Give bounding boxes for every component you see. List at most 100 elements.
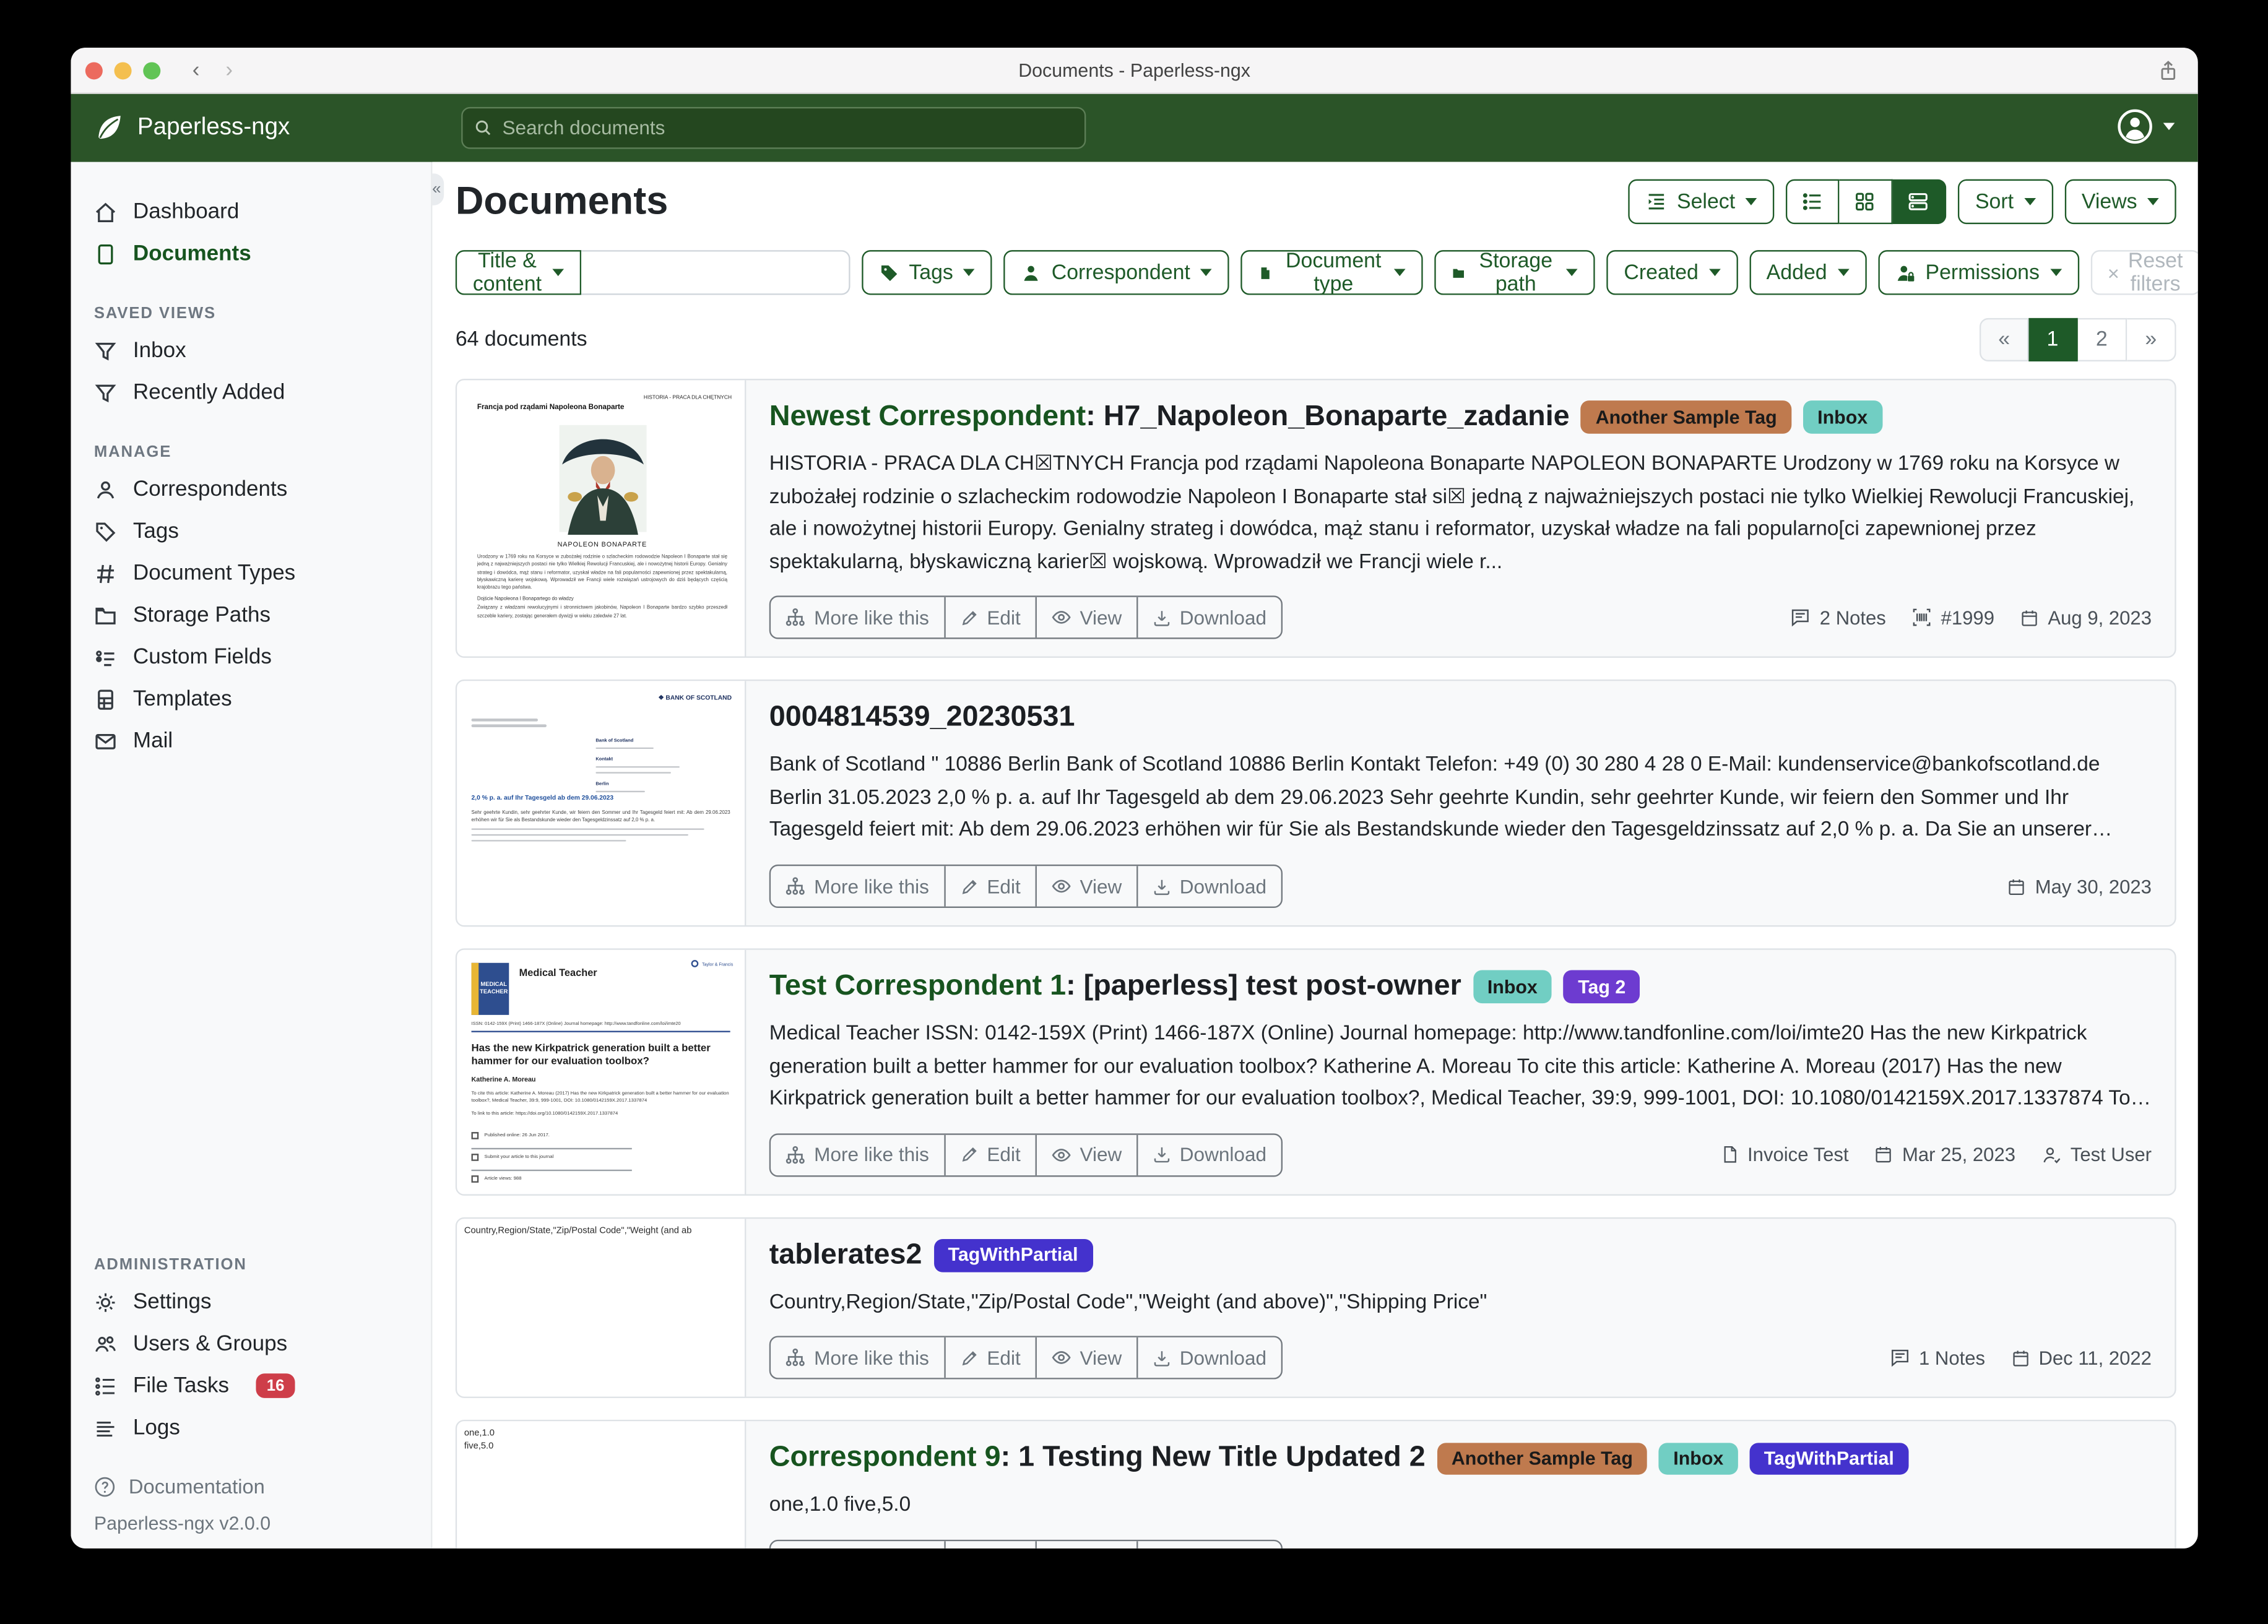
edit-button[interactable]: Edit [943, 1134, 1035, 1175]
edit-button[interactable]: Edit [943, 866, 1035, 906]
edit-button[interactable]: Edit [943, 1338, 1035, 1378]
user-menu[interactable] [2117, 108, 2175, 144]
tags-filter-button[interactable]: Tags [861, 250, 992, 295]
pagination-page-1[interactable]: 1 [2028, 318, 2077, 361]
global-search[interactable] [461, 107, 1086, 149]
view-mode-list[interactable] [1786, 179, 1839, 224]
minimize-window-button[interactable] [115, 61, 132, 79]
document-thumbnail[interactable]: Country,Region/State,"Zip/Postal Code","… [457, 1219, 746, 1397]
pagination-prev[interactable]: « [1980, 318, 2028, 361]
document-thumbnail[interactable]: one,1.0 five,5.0 [457, 1422, 746, 1548]
sidebar-item-dashboard[interactable]: Dashboard [71, 191, 431, 233]
view-button[interactable]: View [1035, 597, 1136, 637]
document-type-filter-button[interactable]: Document type [1241, 250, 1424, 295]
view-mode-grid[interactable] [1839, 179, 1892, 224]
sidebar-item-templates[interactable]: Templates [71, 678, 431, 720]
task-list-icon [94, 1374, 117, 1397]
sidebar-collapse-button[interactable]: « [432, 173, 444, 205]
file-tasks-count-badge: 16 [256, 1373, 294, 1398]
search-input[interactable] [503, 117, 1073, 139]
sidebar-item-tags[interactable]: Tags [71, 511, 431, 553]
document-thumbnail[interactable]: Taylor & Francis MEDICALTEACHER Medical … [457, 950, 746, 1194]
tag-badge[interactable]: Another Sample Tag [1437, 1442, 1647, 1475]
download-button[interactable]: Download [1136, 1541, 1281, 1548]
title-content-filter-input[interactable] [581, 250, 849, 295]
views-button-label: Views [2082, 190, 2137, 213]
sidebar-item-storage-paths[interactable]: Storage Paths [71, 594, 431, 636]
tag-badge[interactable]: Inbox [1659, 1442, 1738, 1475]
view-button[interactable]: View [1035, 1134, 1136, 1175]
document-title-link[interactable]: 0004814539_20230531 [769, 700, 1075, 736]
sidebar-item-document-types[interactable]: Document Types [71, 552, 431, 594]
more-like-this-button[interactable]: More like this [771, 597, 943, 637]
correspondent-filter-button[interactable]: Correspondent [1004, 250, 1229, 295]
reset-filters-button[interactable]: × Reset filters [2090, 250, 2198, 295]
added-filter-button[interactable]: Added [1749, 250, 1866, 295]
more-like-this-button[interactable]: More like this [771, 1134, 943, 1175]
select-button-label: Select [1677, 190, 1735, 213]
tag-badge[interactable]: TagWithPartial [933, 1239, 1093, 1272]
edit-button[interactable]: Edit [943, 1541, 1035, 1548]
tag-badge[interactable]: Another Sample Tag [1581, 401, 1791, 434]
sidebar-item-documents[interactable]: Documents [71, 233, 431, 275]
tag-badge[interactable]: TagWithPartial [1749, 1442, 1908, 1475]
browser-back-button[interactable]: ‹ [193, 58, 200, 82]
sidebar-item-settings[interactable]: Settings [71, 1281, 431, 1323]
title-content-filter-button[interactable]: Title & content [456, 250, 581, 295]
document-thumbnail[interactable]: ❖ BANK OF SCOTLAND Bank of Scotland Kont… [457, 681, 746, 925]
document-title-link[interactable]: Newest Correspondent: H7_Napoleon_Bonapa… [769, 399, 1570, 435]
file-icon [1258, 262, 1273, 283]
sidebar-item-recently-added[interactable]: Recently Added [71, 371, 431, 413]
view-button[interactable]: View [1035, 1338, 1136, 1378]
sidebar-item-logs[interactable]: Logs [71, 1407, 431, 1449]
download-button[interactable]: Download [1136, 597, 1281, 637]
sidebar-item-label: Custom Fields [133, 645, 272, 670]
sidebar-item-label: Correspondents [133, 477, 287, 502]
close-window-button[interactable] [85, 61, 103, 79]
sort-button[interactable]: Sort [1958, 179, 2053, 224]
sidebar-item-mail[interactable]: Mail [71, 720, 431, 762]
card-actions: More like this Edit View Download [769, 1133, 1283, 1177]
owner-icon [2041, 1145, 2062, 1165]
view-button[interactable]: View [1035, 1541, 1136, 1548]
document-card: Taylor & Francis MEDICALTEACHER Medical … [456, 949, 2176, 1196]
more-like-this-button[interactable]: More like this [771, 1541, 943, 1548]
added-filter-label: Added [1767, 261, 1827, 284]
more-like-this-button[interactable]: More like this [771, 866, 943, 906]
sidebar-item-users-groups[interactable]: Users & Groups [71, 1323, 431, 1365]
permissions-filter-button[interactable]: Permissions [1877, 250, 2079, 295]
document-card: Country,Region/State,"Zip/Postal Code","… [456, 1217, 2176, 1398]
created-filter-button[interactable]: Created [1606, 250, 1738, 295]
sort-button-label: Sort [1975, 190, 2014, 213]
documentation-link[interactable]: Documentation [71, 1466, 431, 1506]
share-icon[interactable] [2157, 59, 2179, 82]
download-button[interactable]: Download [1136, 1134, 1281, 1175]
select-button[interactable]: Select [1628, 179, 1775, 224]
brand[interactable]: Paperless-ngx [94, 113, 290, 143]
view-button[interactable]: View [1035, 866, 1136, 906]
download-button[interactable]: Download [1136, 1338, 1281, 1378]
sidebar-item-inbox[interactable]: Inbox [71, 330, 431, 372]
document-title-link[interactable]: tablerates2 [769, 1237, 922, 1273]
traffic-lights [85, 61, 160, 79]
document-thumbnail[interactable]: HISTORIA - PRACA DLA CHĘTNYCH Francja po… [457, 380, 746, 657]
storage-path-filter-button[interactable]: Storage path [1435, 250, 1595, 295]
edit-button[interactable]: Edit [943, 597, 1035, 637]
view-mode-detail[interactable] [1893, 179, 1946, 224]
document-excerpt: one,1.0 five,5.0 [769, 1490, 2152, 1522]
sidebar-item-custom-fields[interactable]: Custom Fields [71, 636, 431, 678]
pagination-next[interactable]: » [2127, 318, 2176, 361]
document-title-link[interactable]: Correspondent 9: 1 Testing New Title Upd… [769, 1440, 1426, 1476]
browser-forward-button[interactable]: › [225, 58, 233, 82]
document-title-link[interactable]: Test Correspondent 1: [paperless] test p… [769, 969, 1461, 1004]
tag-badge[interactable]: Inbox [1473, 970, 1552, 1003]
zoom-window-button[interactable] [143, 61, 160, 79]
sidebar-item-correspondents[interactable]: Correspondents [71, 469, 431, 511]
download-button[interactable]: Download [1136, 866, 1281, 906]
tag-badge[interactable]: Tag 2 [1564, 970, 1640, 1003]
pagination-page-2[interactable]: 2 [2078, 318, 2127, 361]
views-button[interactable]: Views [2064, 179, 2176, 224]
tag-badge[interactable]: Inbox [1803, 401, 1882, 434]
sidebar-item-file-tasks[interactable]: File Tasks 16 [71, 1365, 431, 1407]
more-like-this-button[interactable]: More like this [771, 1338, 943, 1378]
